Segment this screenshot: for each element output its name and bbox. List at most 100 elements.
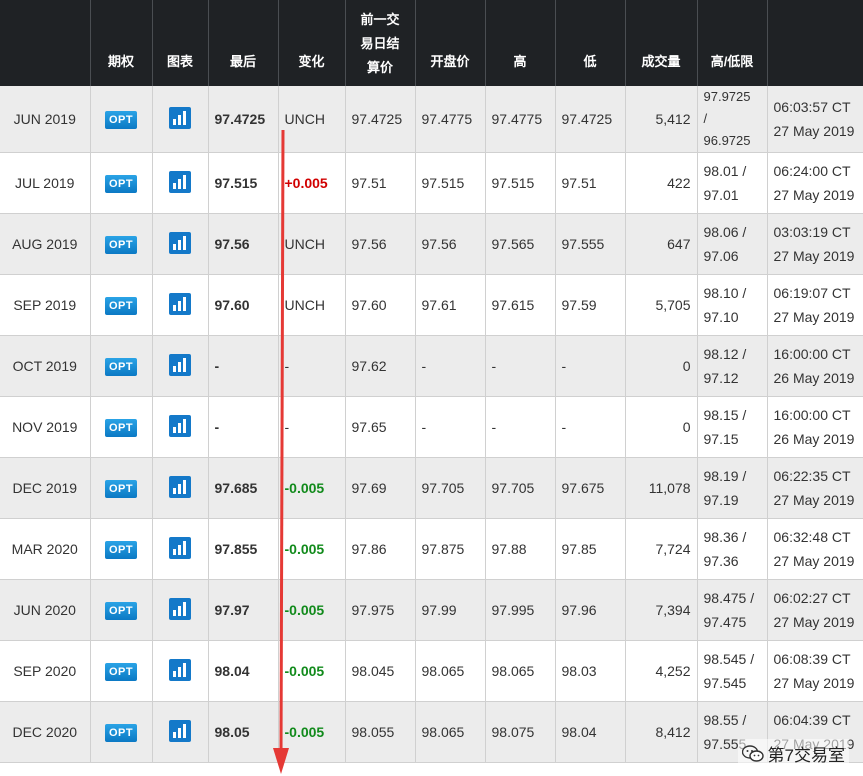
change-text: -0.005 xyxy=(284,480,325,496)
prior-settle: 98.055 xyxy=(345,701,416,763)
hilo-line1: 98.15 / xyxy=(703,407,747,423)
opt-button[interactable]: OPT xyxy=(104,662,138,681)
contract-month[interactable]: JUN 2020 xyxy=(0,579,91,641)
table-row: SEP 2019 OPT 97.60 UNCH 97.60 97.61 97.615 97.5… xyxy=(0,274,863,336)
hilo-line2: 97.475 xyxy=(703,614,747,630)
bar-chart-icon[interactable] xyxy=(169,106,191,129)
last-price: 97.515 xyxy=(208,152,279,214)
prior-settle: 97.69 xyxy=(345,457,416,519)
volume: 647 xyxy=(625,213,698,275)
prior-settle: 98.045 xyxy=(345,640,416,702)
header-prior-settle[interactable]: 前一交 易日结 算价 xyxy=(345,0,416,86)
opt-button[interactable]: OPT xyxy=(104,418,138,437)
opt-button[interactable]: OPT xyxy=(104,723,138,742)
contract-month[interactable]: MAR 2020 xyxy=(0,518,91,580)
contract-month[interactable]: SEP 2020 xyxy=(0,640,91,702)
bar-chart-icon[interactable] xyxy=(169,597,191,620)
hilo-line2: 97.36 xyxy=(703,553,739,569)
change-value: +0.005 xyxy=(278,152,346,214)
volume: 5,412 xyxy=(625,86,698,153)
bar-chart-icon[interactable] xyxy=(169,353,191,376)
bar-chart-icon[interactable] xyxy=(169,536,191,559)
header-hilo-limit[interactable]: 高/低限 xyxy=(697,0,768,86)
open-price: 97.875 xyxy=(415,518,486,580)
hilo-limit: 98.15 / 97.15 xyxy=(697,396,768,458)
hilo-line2: 97.06 xyxy=(703,248,739,264)
contract-month[interactable]: AUG 2019 xyxy=(0,213,91,275)
options-cell: OPT xyxy=(90,457,153,519)
contract-month[interactable]: NOV 2019 xyxy=(0,396,91,458)
contract-month[interactable]: JUL 2019 xyxy=(0,152,91,214)
high-price: 97.565 xyxy=(485,213,556,275)
header-updated xyxy=(767,0,863,86)
bar-chart-icon[interactable] xyxy=(169,658,191,681)
hilo-line1: 98.01 / xyxy=(703,163,747,179)
prior-settle: 97.56 xyxy=(345,213,416,275)
bar-chart-icon[interactable] xyxy=(169,292,191,315)
bar-chart-icon[interactable] xyxy=(169,231,191,254)
header-options[interactable]: 期权 xyxy=(90,0,153,86)
low-price: - xyxy=(555,335,626,397)
update-date: 27 May 2019 xyxy=(773,248,855,264)
update-time: 16:00:00 CT xyxy=(773,407,851,423)
prior-settle: 97.975 xyxy=(345,579,416,641)
contract-month[interactable]: SEP 2019 xyxy=(0,274,91,336)
open-price: 98.065 xyxy=(415,640,486,702)
header-low[interactable]: 低 xyxy=(555,0,626,86)
header-change[interactable]: 变化 xyxy=(278,0,346,86)
options-cell: OPT xyxy=(90,335,153,397)
opt-button[interactable]: OPT xyxy=(104,174,138,193)
update-time: 06:24:00 CT xyxy=(773,163,851,179)
updated-time: 06:02:27 CT 27 May 2019 xyxy=(767,579,863,641)
opt-button[interactable]: OPT xyxy=(104,540,138,559)
last-price: - xyxy=(208,335,279,397)
header-volume[interactable]: 成交量 xyxy=(625,0,698,86)
updated-time: 06:24:00 CT 27 May 2019 xyxy=(767,152,863,214)
contract-month[interactable]: DEC 2019 xyxy=(0,457,91,519)
header-open[interactable]: 开盘价 xyxy=(415,0,486,86)
change-value: - xyxy=(278,335,346,397)
prior-settle: 97.65 xyxy=(345,396,416,458)
opt-button[interactable]: OPT xyxy=(104,479,138,498)
table-row: OCT 2019 OPT - -97.62- - -0 98.12 /97.12 16:00:… xyxy=(0,335,863,397)
table-row: JUN 2019 OPT 97.4725 UNCH 97.4725 97.4775 97.4… xyxy=(0,86,863,153)
volume: 7,394 xyxy=(625,579,698,641)
opt-button[interactable]: OPT xyxy=(104,235,138,254)
open-price: 97.705 xyxy=(415,457,486,519)
futures-quote-table: 期权 图表 最后 变化 前一交 易日结 算价 开盘价 高 低 成交量 高/低限 … xyxy=(0,0,863,763)
header-last[interactable]: 最后 xyxy=(208,0,279,86)
last-price: 97.56 xyxy=(208,213,279,275)
header-high[interactable]: 高 xyxy=(485,0,556,86)
hilo-line1: 98.475 / xyxy=(703,590,755,606)
change-text: -0.005 xyxy=(284,724,325,740)
header-chart[interactable]: 图表 xyxy=(152,0,209,86)
options-cell: OPT xyxy=(90,213,153,275)
bar-chart-icon[interactable] xyxy=(169,475,191,498)
bar-chart-icon[interactable] xyxy=(169,719,191,742)
change-text: - xyxy=(284,358,290,374)
contract-month[interactable]: DEC 2020 xyxy=(0,701,91,763)
chart-cell xyxy=(152,701,209,763)
open-price: 97.515 xyxy=(415,152,486,214)
updated-time: 03:03:19 CT 27 May 2019 xyxy=(767,213,863,275)
change-value: -0.005 xyxy=(278,457,346,519)
update-time: 06:08:39 CT xyxy=(773,651,851,667)
table-row: DEC 2019 OPT 97.685 -0.005 97.69 97.705 97.705… xyxy=(0,457,863,519)
contract-month[interactable]: JUN 2019 xyxy=(0,86,91,153)
opt-button[interactable]: OPT xyxy=(104,296,138,315)
high-price: - xyxy=(485,396,556,458)
high-price: 97.615 xyxy=(485,274,556,336)
opt-button[interactable]: OPT xyxy=(104,357,138,376)
contract-month[interactable]: OCT 2019 xyxy=(0,335,91,397)
low-price: 97.4725 xyxy=(555,86,626,153)
update-date: 27 May 2019 xyxy=(773,187,855,203)
opt-button[interactable]: OPT xyxy=(104,110,138,129)
high-price: 98.065 xyxy=(485,640,556,702)
opt-button[interactable]: OPT xyxy=(104,601,138,620)
bar-chart-icon[interactable] xyxy=(169,170,191,193)
low-price: 98.03 xyxy=(555,640,626,702)
change-text: UNCH xyxy=(284,111,325,127)
updated-time: 06:19:07 CT 27 May 2019 xyxy=(767,274,863,336)
bar-chart-icon[interactable] xyxy=(169,414,191,437)
prior-settle: 97.51 xyxy=(345,152,416,214)
